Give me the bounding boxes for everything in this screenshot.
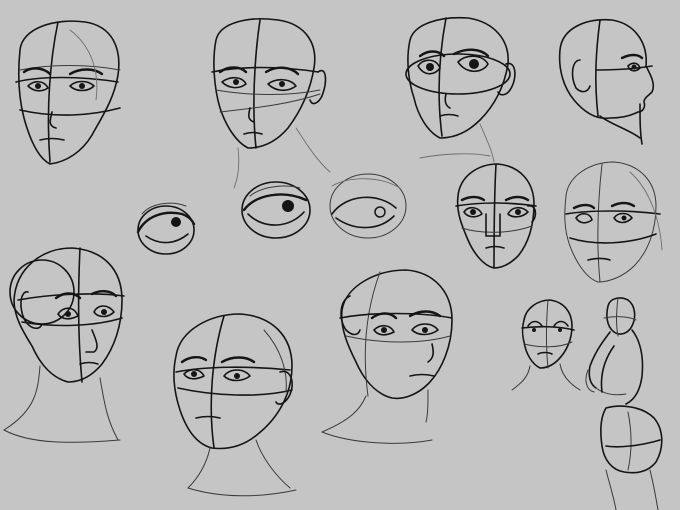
head-tilted [173,313,297,497]
head-three-quarter-3 [3,247,125,443]
head-three-quarter-4 [321,269,453,444]
eye-study-1 [136,202,196,255]
head-small [511,299,581,391]
head-front-2 [211,18,331,189]
head-profile [558,18,655,145]
eye-study-2 [241,181,311,239]
head-three-quarter-2 [564,161,663,283]
head-three-quarter-1 [405,16,516,163]
head-front-1 [15,20,121,165]
figure-back [585,297,663,510]
head-front-3 [455,163,537,269]
eye-study-3 [329,173,407,239]
sketch-sheet [0,0,680,510]
sketch-drawing [3,16,663,510]
